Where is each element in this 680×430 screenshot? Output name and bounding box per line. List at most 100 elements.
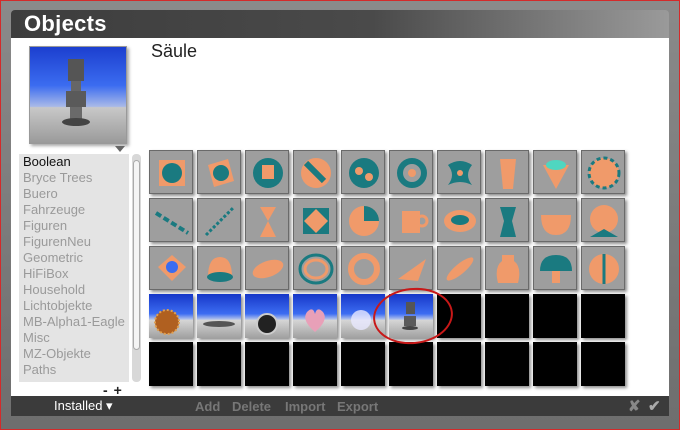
ring-spiral-icon [298, 253, 334, 285]
object-thumbnail-bowl[interactable] [533, 198, 577, 242]
cube-cut-icon [208, 159, 234, 187]
object-thumbnail-sphere-cube[interactable] [245, 150, 289, 194]
preview-menu-arrow-icon[interactable] [115, 146, 125, 152]
object-thumbnail-sphere-holes[interactable] [341, 150, 385, 194]
sphere-split-icon [589, 254, 619, 284]
object-thumbnail-wood-sphere[interactable] [149, 294, 193, 338]
leaf-icon [446, 257, 474, 281]
delete-button[interactable]: Delete [232, 399, 271, 414]
lens-icon [252, 259, 284, 279]
object-thumbnail-jar[interactable] [485, 246, 529, 290]
sphere-holes-icon [349, 158, 379, 188]
object-thumbnail-cup-shape[interactable] [533, 150, 577, 194]
category-item[interactable]: Figuren [19, 218, 129, 234]
scrollbar-thumb[interactable] [133, 160, 140, 350]
category-item[interactable]: MB-Alpha1-Eagle [19, 314, 129, 330]
empty-slot [197, 342, 241, 386]
object-thumbnail-eye-cube[interactable] [149, 246, 193, 290]
torus-knot-icon [397, 158, 427, 188]
object-thumbnail-torus-knot[interactable] [389, 150, 433, 194]
empty-slot [533, 294, 577, 338]
object-thumbnail-cube-diamond[interactable] [293, 198, 337, 242]
cancel-icon[interactable]: ✘ [628, 397, 641, 415]
export-button[interactable]: Export [337, 399, 378, 414]
category-item[interactable]: Paths [19, 362, 129, 378]
object-thumbnail-sphere-slice[interactable] [341, 198, 385, 242]
object-thumbnail-vase-fluted[interactable] [485, 150, 529, 194]
category-item[interactable]: Household [19, 282, 129, 298]
empty-slot [533, 342, 577, 386]
category-item[interactable]: FigurenNeu [19, 234, 129, 250]
cube-diamond-icon [303, 208, 329, 234]
spring-twist-icon [204, 205, 236, 237]
title-bar[interactable]: Objects [11, 10, 669, 38]
object-thumbnail-cube-cut[interactable] [197, 150, 241, 194]
wood-sphere-icon [154, 309, 180, 335]
category-item[interactable]: Boolean [19, 154, 129, 170]
object-thumbnail-lens[interactable] [245, 246, 289, 290]
object-thumbnail-chain[interactable] [149, 198, 193, 242]
chain-icon [154, 211, 190, 235]
sphere-cube-icon [253, 158, 283, 188]
object-preview [29, 46, 127, 144]
object-thumbnail-heart[interactable] [293, 294, 337, 338]
installed-label: Installed [54, 398, 103, 413]
sphere-boolean-icon [301, 158, 331, 188]
object-thumbnail-sphere-boolean[interactable] [293, 150, 337, 194]
category-item[interactable]: Fahrzeuge [19, 202, 129, 218]
twisted-shape-icon [448, 161, 472, 185]
import-button[interactable]: Import [285, 399, 325, 414]
category-item[interactable]: Misc [19, 330, 129, 346]
installed-dropdown[interactable]: Installed ▾ [54, 398, 113, 414]
category-item[interactable]: MZ-Objekte [19, 346, 129, 362]
category-list[interactable]: Boolean Bryce Trees Buero Fahrzeuge Figuren F… [19, 154, 129, 382]
cube-sphere-icon [159, 160, 185, 186]
category-item[interactable]: Geometric [19, 250, 129, 266]
object-thumbnail-ring-bowl[interactable] [437, 198, 481, 242]
object-thumbnail-cube-sphere[interactable] [149, 150, 193, 194]
object-grid [149, 150, 625, 386]
object-thumbnail-mug[interactable] [389, 198, 433, 242]
category-scrollbar[interactable] [132, 154, 141, 382]
object-thumbnail-ring-spiral[interactable] [293, 246, 337, 290]
empty-slot [389, 342, 433, 386]
object-thumbnail-cube-corner[interactable] [581, 198, 625, 242]
vase-teal-icon [500, 207, 516, 237]
object-thumbnail-hourglass[interactable] [245, 198, 289, 242]
bottom-bar: Installed ▾ Add Delete Import Export ✘ ✔ [11, 396, 669, 416]
dropdown-arrow-icon: ▾ [106, 398, 113, 413]
category-item[interactable]: HiFiBox [19, 266, 129, 282]
object-thumbnail-twisted-shape[interactable] [437, 150, 481, 194]
object-thumbnail-mushroom[interactable] [533, 246, 577, 290]
object-thumbnail-torus[interactable] [341, 246, 385, 290]
ok-icon[interactable]: ✔ [648, 397, 661, 415]
category-item[interactable]: Lichtobjekte [19, 298, 129, 314]
empty-slot [581, 342, 625, 386]
category-item[interactable]: Buero [19, 186, 129, 202]
object-thumbnail-sphere-split[interactable] [581, 246, 625, 290]
object-thumbnail-vase-teal[interactable] [485, 198, 529, 242]
empty-slot [437, 342, 481, 386]
empty-slot [149, 342, 193, 386]
torus-icon [348, 253, 380, 285]
object-thumbnail-floor-thin[interactable] [197, 294, 241, 338]
object-thumbnail-bell[interactable] [197, 246, 241, 290]
object-thumbnail-gear-flower[interactable] [581, 150, 625, 194]
object-thumbnail-leaf[interactable] [437, 246, 481, 290]
object-name: Säule [151, 41, 198, 61]
add-button[interactable]: Add [195, 399, 220, 414]
empty-slot [581, 294, 625, 338]
mushroom-icon [540, 255, 572, 283]
ring-bowl-icon [444, 210, 476, 232]
object-thumbnail-spring-twist[interactable] [197, 198, 241, 242]
hourglass-icon [260, 207, 276, 237]
object-thumbnail-wedge[interactable] [389, 246, 433, 290]
empty-slot [245, 342, 289, 386]
disk-stack-icon [256, 313, 278, 335]
object-thumbnail-disk-stack[interactable] [245, 294, 289, 338]
sphere-slice-icon [349, 206, 379, 236]
objects-panel: Säule Boolean Bryce Trees Buero Fahrzeuge Fi… [11, 38, 669, 398]
category-item[interactable]: Bryce Trees [19, 170, 129, 186]
cup-shape-icon [543, 160, 569, 189]
bowl-icon [541, 215, 571, 235]
